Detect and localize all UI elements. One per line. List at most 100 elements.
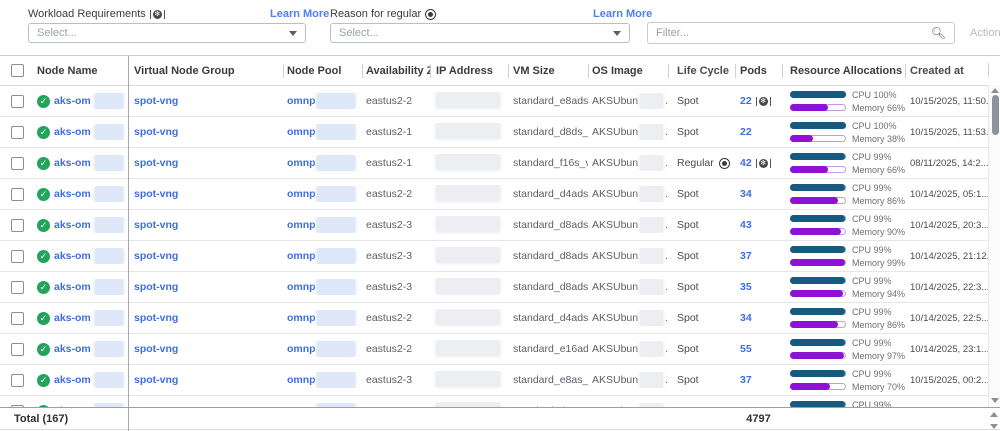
scroll-up-arrow-icon[interactable] [991, 88, 999, 93]
kubernetes-icon: ✻ [150, 10, 165, 19]
pinned-column-divider [128, 56, 129, 431]
reason-learn-more-link[interactable]: Learn More [593, 8, 652, 20]
resource-allocations-cell: CPU 100% Memory 38% [782, 119, 905, 145]
memory-bar-fill [790, 166, 828, 173]
column-header-availability-zone[interactable]: Availability Zone [362, 56, 430, 85]
resource-allocations-cell: CPU 99% Memory 90% [782, 212, 905, 238]
pods-count-link[interactable]: 35 [740, 281, 752, 293]
column-header-node-name[interactable]: Node Name [34, 56, 128, 85]
row-checkbox[interactable] [11, 219, 24, 232]
pods-count-link[interactable]: 42 [740, 157, 752, 169]
column-header-pods[interactable]: Pods [735, 56, 782, 85]
resource-allocations-cell: CPU 100% Memory 66% [782, 88, 905, 114]
vm-size-cell: standard_d8ads... [508, 219, 588, 231]
virtual-node-group-link[interactable]: spot-vng [134, 312, 178, 324]
pods-count-link[interactable]: 34 [740, 312, 752, 324]
page-scroll-up-icon[interactable] [990, 412, 998, 417]
actions-button[interactable]: Actions [970, 27, 1000, 39]
virtual-node-group-link[interactable]: spot-vng [134, 95, 178, 107]
pods-count-link[interactable]: 37 [740, 250, 752, 262]
workload-requirements-select[interactable]: Select... [28, 23, 306, 43]
cpu-bar-fill [790, 246, 845, 253]
node-pool-link[interactable]: omnp [287, 219, 316, 231]
cpu-bar [790, 308, 846, 315]
row-checkbox[interactable] [11, 95, 24, 108]
row-checkbox[interactable] [11, 250, 24, 263]
column-header-life-cycle[interactable]: Life Cycle [668, 56, 735, 85]
memory-bar [790, 228, 846, 235]
pods-total: 4797 [735, 413, 782, 425]
column-header-resource-allocations[interactable]: Resource Allocations ↓ ≡ [782, 56, 905, 85]
node-healthy-icon: ✓ [37, 95, 50, 108]
node-pool-link[interactable]: omnp [287, 281, 316, 293]
virtual-node-group-link[interactable]: spot-vng [134, 250, 178, 262]
pods-count-link[interactable]: 37 [740, 374, 752, 386]
column-header-vm-size[interactable]: VM Size [508, 56, 588, 85]
node-pool-link[interactable]: omnp [287, 95, 316, 107]
virtual-node-group-link[interactable]: spot-vng [134, 343, 178, 355]
page-scrollbar[interactable] [988, 408, 1000, 431]
column-header-node-pool[interactable]: Node Pool [283, 56, 362, 85]
cpu-bar-fill [790, 277, 845, 284]
created-at-cell: 10/15/2025, 00:2... [905, 375, 988, 386]
redacted-node-pool [317, 186, 355, 202]
redacted-os-image [640, 93, 663, 109]
created-at-cell: 10/14/2025, 22:5... [905, 313, 988, 324]
virtual-node-group-link[interactable]: spot-vng [134, 157, 178, 169]
pods-count-link[interactable]: 43 [740, 219, 752, 231]
column-header-created-at[interactable]: Created at [905, 56, 988, 85]
node-name-link[interactable]: aks-om [54, 219, 91, 231]
created-at-cell: 08/11/2025, 14:2... [905, 158, 988, 169]
node-name-link[interactable]: aks-om [54, 312, 91, 324]
node-pool-link[interactable]: omnp [287, 157, 316, 169]
filter-input[interactable] [648, 27, 931, 39]
workload-learn-more-link[interactable]: Learn More [270, 8, 329, 20]
row-checkbox[interactable] [11, 157, 24, 170]
column-header-ip-address[interactable]: IP Address [430, 56, 508, 85]
scrollbar-thumb[interactable] [992, 95, 999, 135]
column-header-os-image[interactable]: OS Image [588, 56, 668, 85]
pods-count-link[interactable]: 22 [740, 126, 752, 138]
table-row: ✓ aks-om spot-vng omnp eastus2-3 standar… [0, 210, 1000, 241]
row-checkbox[interactable] [11, 281, 24, 294]
row-checkbox[interactable] [11, 188, 24, 201]
regular-reason-icon [425, 9, 436, 20]
redacted-ip-address [436, 92, 500, 108]
pods-count-link[interactable]: 22 [740, 95, 752, 107]
node-name-link[interactable]: aks-om [54, 250, 91, 262]
memory-bar-fill [790, 321, 838, 328]
node-pool-link[interactable]: omnp [287, 126, 316, 138]
virtual-node-group-link[interactable]: spot-vng [134, 374, 178, 386]
node-name-link[interactable]: aks-om [54, 374, 91, 386]
reason-for-regular-select[interactable]: Select... [330, 23, 630, 43]
row-checkbox[interactable] [11, 374, 24, 387]
select-all-checkbox[interactable] [11, 64, 24, 77]
node-name-link[interactable]: aks-om [54, 188, 91, 200]
node-name-link[interactable]: aks-om [54, 126, 91, 138]
node-name-link[interactable]: aks-om [54, 157, 91, 169]
redacted-os-image [640, 279, 663, 295]
node-pool-link[interactable]: omnp [287, 343, 316, 355]
row-checkbox[interactable] [11, 312, 24, 325]
node-pool-link[interactable]: omnp [287, 250, 316, 262]
pods-count-link[interactable]: 55 [740, 343, 752, 355]
node-name-link[interactable]: aks-om [54, 281, 91, 293]
pods-count-link[interactable]: 34 [740, 188, 752, 200]
chevron-down-icon [613, 31, 621, 36]
table-vertical-scrollbar[interactable] [988, 85, 1000, 407]
node-pool-link[interactable]: omnp [287, 374, 316, 386]
node-pool-link[interactable]: omnp [287, 312, 316, 324]
row-checkbox[interactable] [11, 343, 24, 356]
row-checkbox[interactable] [11, 126, 24, 139]
node-pool-link[interactable]: omnp [287, 188, 316, 200]
scroll-down-arrow-icon[interactable] [991, 398, 999, 403]
virtual-node-group-link[interactable]: spot-vng [134, 188, 178, 200]
node-name-link[interactable]: aks-om [54, 343, 91, 355]
virtual-node-group-link[interactable]: spot-vng [134, 219, 178, 231]
page-scroll-down-icon[interactable] [990, 424, 998, 429]
node-name-link[interactable]: aks-om [54, 95, 91, 107]
column-header-virtual-node-group[interactable]: Virtual Node Group [128, 56, 283, 85]
node-healthy-icon: ✓ [37, 374, 50, 387]
virtual-node-group-link[interactable]: spot-vng [134, 126, 178, 138]
virtual-node-group-link[interactable]: spot-vng [134, 281, 178, 293]
